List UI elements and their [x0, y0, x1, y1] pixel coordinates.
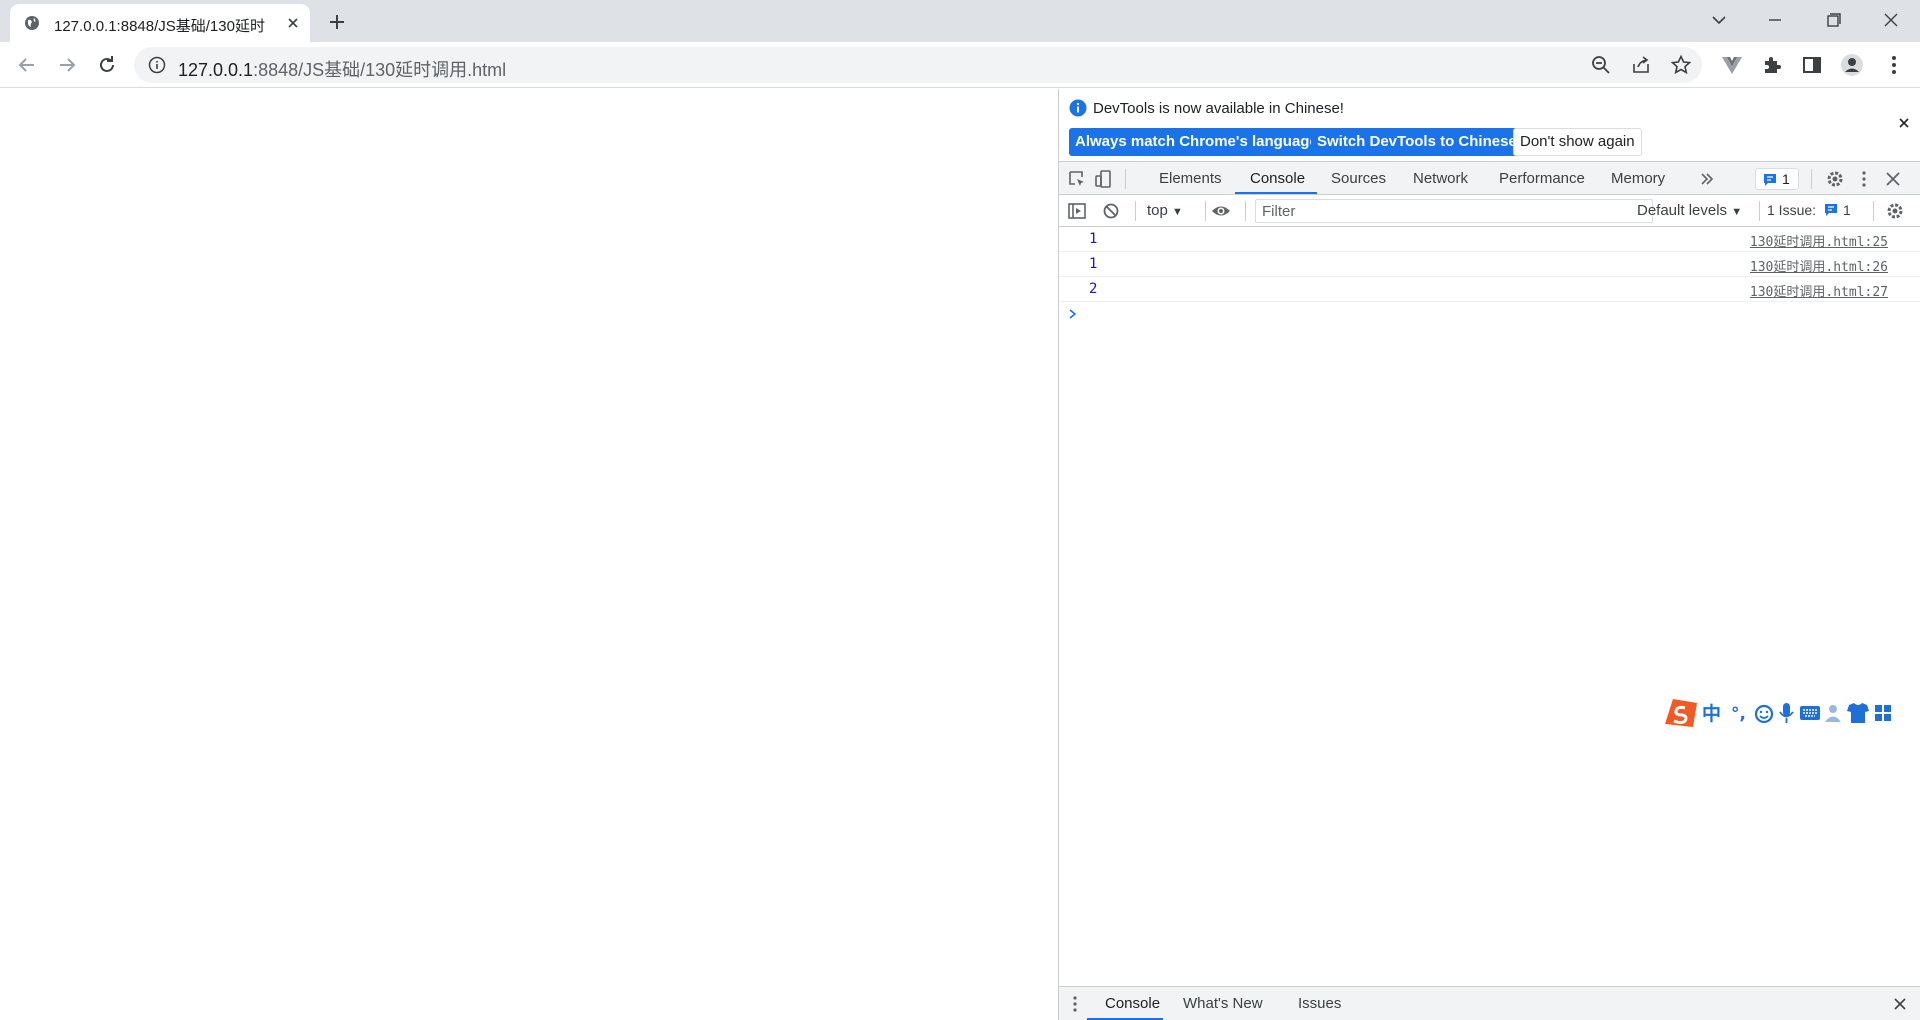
user-skin-icon [1829, 705, 1837, 713]
globe-icon [25, 16, 39, 30]
console-settings-gear-icon[interactable] [1885, 201, 1905, 221]
drawer-tab-console[interactable]: Console [1105, 987, 1160, 1020]
tab-network[interactable]: Network [1413, 162, 1468, 195]
console-output: 1 130延时调用.html:25 1 130延时调用.html:26 2 13… [1059, 227, 1920, 327]
customize-menu-icon[interactable] [1854, 169, 1874, 189]
tab-elements[interactable]: Elements [1159, 162, 1222, 195]
devtools-tab-bar: Elements Console Sources Network Perform… [1059, 161, 1920, 195]
source-link[interactable]: 130延时调用.html:25 [1750, 231, 1888, 250]
toolbar-separator [1125, 169, 1126, 189]
ime-mode-text: 中 [1702, 702, 1721, 725]
more-menu-icon[interactable] [1882, 53, 1906, 77]
ime-toolbar[interactable]: 中 °, [1659, 697, 1920, 729]
tab-strip: 127.0.0.1:8848/JS基础/130延时 [0, 0, 1920, 42]
bookmark-star-icon[interactable] [1670, 54, 1692, 76]
browser-toolbar: 127.0.0.1:8848/JS基础/130延时调用.html [0, 42, 1920, 88]
filter-input[interactable] [1255, 199, 1653, 223]
issues-badge[interactable]: 1 [1755, 168, 1799, 190]
back-arrow-icon[interactable] [13, 51, 41, 79]
close-devtools-icon[interactable] [1883, 169, 1903, 189]
drawer-tab-issues[interactable]: Issues [1298, 987, 1341, 1020]
toolbar-separator [1135, 201, 1136, 221]
console-message: 1 130延时调用.html:26 [1059, 252, 1920, 277]
drawer-menu-icon[interactable] [1067, 995, 1083, 1013]
issue-counter-label: 1 Issue: [1767, 202, 1817, 218]
inspect-element-icon[interactable] [1067, 169, 1087, 189]
toolbar-separator [1873, 201, 1874, 221]
console-prompt[interactable] [1059, 302, 1920, 327]
source-link[interactable]: 130延时调用.html:26 [1750, 256, 1888, 275]
close-drawer-icon[interactable] [1893, 997, 1907, 1011]
console-value: 1 [1089, 231, 1098, 247]
language-infobar: DevTools is now available in Chinese! Al… [1059, 89, 1920, 161]
close-icon[interactable] [282, 12, 304, 34]
issues-badge-count: 1 [1782, 171, 1790, 187]
console-message: 1 130延时调用.html:25 [1059, 227, 1920, 252]
reload-icon[interactable] [93, 51, 121, 79]
clear-console-icon[interactable] [1101, 201, 1121, 221]
toolbox-grid-icon [1875, 705, 1882, 712]
log-levels-dropdown[interactable]: Default levels ▼ [1637, 202, 1742, 219]
browser-tab[interactable]: 127.0.0.1:8848/JS基础/130延时 [10, 4, 310, 42]
switch-to-chinese-button[interactable]: Switch DevTools to Chinese [1311, 128, 1523, 156]
new-tab-button[interactable] [324, 9, 350, 35]
tab-performance[interactable]: Performance [1499, 162, 1585, 195]
page-content [0, 89, 1058, 1020]
console-toolbar: top ▼ Default levels ▼ 1 Issue: 1 [1059, 195, 1920, 227]
profile-avatar-icon[interactable] [1840, 53, 1864, 77]
settings-gear-icon[interactable] [1825, 169, 1845, 189]
issue-counter-count: 1 [1843, 202, 1851, 218]
toolbar-separator [1811, 169, 1812, 189]
url-text: 127.0.0.1:8848/JS基础/130延时调用.html [178, 60, 507, 80]
issue-counter[interactable]: 1 Issue: 1 [1767, 199, 1871, 223]
infobar-message: DevTools is now available in Chinese! [1093, 100, 1344, 117]
toolbar-separator [1759, 201, 1760, 221]
restore-button[interactable] [1818, 6, 1848, 34]
console-message: 2 130延时调用.html:27 [1059, 277, 1920, 302]
device-toolbar-icon[interactable] [1093, 169, 1113, 189]
tab-sources[interactable]: Sources [1331, 162, 1386, 195]
tab-title: 127.0.0.1:8848/JS基础/130延时 [54, 18, 265, 35]
address-bar[interactable]: 127.0.0.1:8848/JS基础/130延时调用.html [134, 47, 1702, 83]
devtools-drawer: Console What's New Issues [1059, 986, 1920, 1020]
tab-search-icon[interactable] [1704, 6, 1734, 34]
ime-punct-text: °, [1731, 704, 1746, 724]
prompt-chevron-icon [1069, 309, 1077, 319]
emoji-icon [1754, 704, 1774, 724]
skin-shirt-icon [1847, 703, 1869, 723]
zoom-icon[interactable] [1590, 54, 1612, 76]
show-sidebar-icon[interactable] [1067, 201, 1087, 221]
more-tabs-chevron-icon[interactable] [1697, 169, 1717, 189]
tab-memory[interactable]: Memory [1611, 162, 1665, 195]
devtools-panel: DevTools is now available in Chinese! Al… [1059, 89, 1920, 1020]
site-info-icon[interactable] [148, 56, 166, 74]
drawer-tab-whats-new[interactable]: What's New [1183, 987, 1263, 1020]
window-close-button[interactable] [1876, 6, 1906, 34]
minimize-button[interactable] [1760, 6, 1790, 34]
microphone-icon [1783, 703, 1790, 716]
dont-show-again-button[interactable]: Don't show again [1513, 128, 1642, 156]
always-match-language-button[interactable]: Always match Chrome's language [1069, 128, 1324, 156]
console-value: 2 [1089, 281, 1098, 297]
forward-arrow-icon[interactable] [53, 51, 81, 79]
toolbar-separator [1205, 201, 1206, 221]
active-tab-indicator [1235, 192, 1317, 194]
tab-console[interactable]: Console [1250, 162, 1305, 195]
context-selector[interactable]: top ▼ [1147, 202, 1183, 219]
source-link[interactable]: 130延时调用.html:27 [1750, 281, 1888, 300]
message-icon [1764, 174, 1776, 186]
console-value: 1 [1089, 256, 1098, 272]
vue-devtools-icon[interactable] [1720, 53, 1744, 77]
eye-icon[interactable] [1211, 201, 1231, 221]
message-icon [1825, 204, 1837, 216]
close-icon[interactable] [1897, 116, 1911, 130]
side-panel-icon[interactable] [1800, 53, 1824, 77]
share-icon[interactable] [1630, 54, 1652, 76]
extensions-puzzle-icon[interactable] [1760, 53, 1784, 77]
info-icon [1069, 99, 1087, 117]
toolbar-separator [1245, 201, 1246, 221]
